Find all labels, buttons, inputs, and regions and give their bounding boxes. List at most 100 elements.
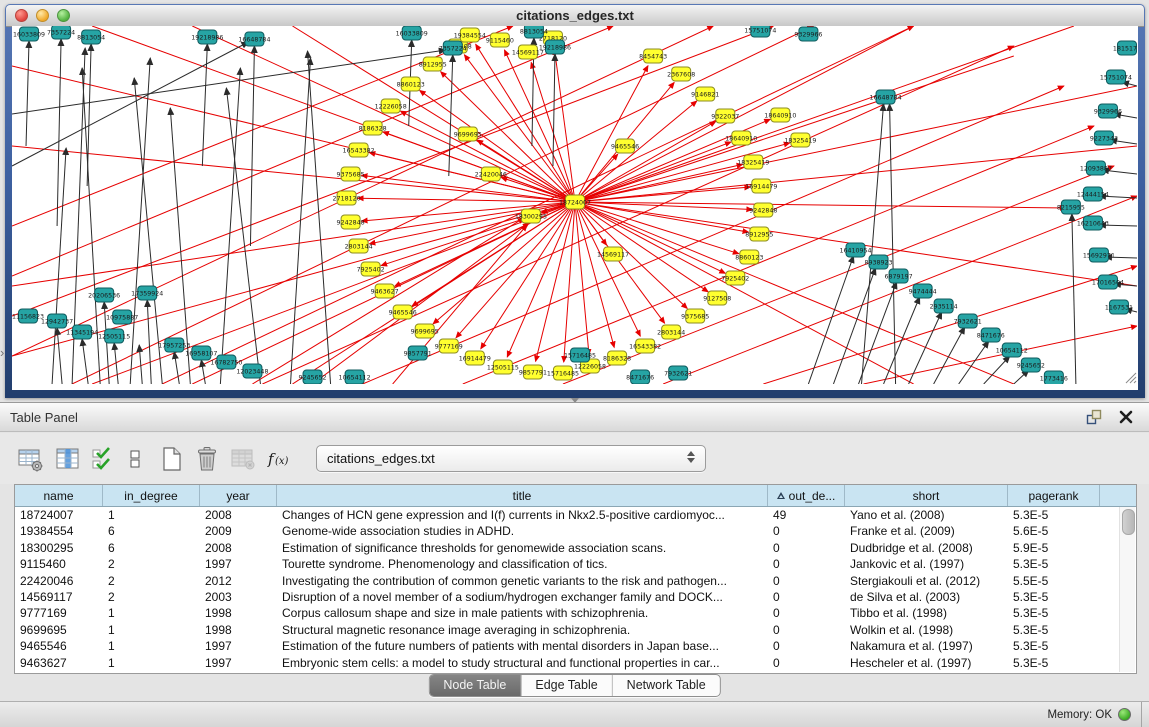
graph-node-label: 8215955 <box>1057 204 1085 211</box>
network-nodes[interactable]: 18724007 9127508 8912955 8860123 12226058 818… <box>12 26 1137 384</box>
graph-node-label: 18300295 <box>515 213 547 220</box>
table-row[interactable]: 911546021997Tourette syndrome. Phenomeno… <box>15 556 1136 572</box>
table-body: 1872400712008Changes of HCN gene express… <box>15 507 1136 671</box>
table-row[interactable]: 946554611997Estimation of the future num… <box>15 638 1136 654</box>
graph-node-label: 10975887 <box>106 314 138 321</box>
table-row[interactable]: 1872400712008Changes of HCN gene express… <box>15 507 1136 523</box>
graph-node-label: 8471676 <box>977 332 1005 339</box>
graph-node-label: 8912955 <box>419 61 447 68</box>
select-checks-icon[interactable] <box>92 445 118 473</box>
graph-node-label: 19218986 <box>539 44 571 51</box>
table-row[interactable]: 1456911722003Disruption of a novel membe… <box>15 589 1136 605</box>
table-disabled-icon[interactable] <box>230 445 256 473</box>
graph-node-label: 9322037 <box>711 113 739 120</box>
table-panel-header: Table Panel <box>0 402 1149 432</box>
table-row[interactable]: 977716911998Corpus callosum shape and si… <box>15 605 1136 621</box>
tab-node-table[interactable]: Node Table <box>429 675 520 696</box>
graph-node-label: 8912955 <box>745 231 773 238</box>
graph-node-label: 9127508 <box>703 295 731 302</box>
close-panel-icon[interactable] <box>1119 410 1133 424</box>
graph-node-label: 12505115 <box>98 333 130 340</box>
column-header-year[interactable]: year <box>200 485 277 506</box>
graph-node-label: 10654112 <box>996 347 1028 354</box>
table-row[interactable]: 969969511998Structural magnetic resonanc… <box>15 622 1136 638</box>
sort-ascending-icon <box>777 492 785 499</box>
rows-icon[interactable] <box>128 445 142 473</box>
graph-node-label: 9699695 <box>454 131 482 138</box>
graph-node-label: 9375685 <box>337 171 365 178</box>
graph-node-label: 9465546 <box>611 143 639 150</box>
graph-node-label: 12942737 <box>41 318 73 325</box>
tab-edge-table[interactable]: Edge Table <box>520 675 611 696</box>
graph-node-label: 2367608 <box>667 71 695 78</box>
table-row[interactable]: 2242004622012Investigating the contribut… <box>15 573 1136 589</box>
trash-icon[interactable] <box>194 445 220 473</box>
graph-node-label: 16648784 <box>238 36 270 43</box>
graph-node-label: 2935114 <box>930 303 958 310</box>
node-table: namein_degreeyeartitleout_de...shortpage… <box>14 484 1137 674</box>
column-header-in_degree[interactable]: in_degree <box>103 485 200 506</box>
graph-node-label: 8186328 <box>359 125 387 132</box>
graph-node-label: 9777169 <box>435 343 463 350</box>
graph-node-label: 9242848 <box>337 219 365 226</box>
graph-node-label: 15716485 <box>547 370 579 377</box>
table-row[interactable]: 946362711997Embryonic stem cells: a mode… <box>15 655 1136 671</box>
table-select-dropdown[interactable]: citations_edges.txt <box>316 445 706 472</box>
graph-node-label: 2718120 <box>333 195 361 202</box>
graph-node-label: 18640910 <box>725 135 757 142</box>
graph-node-label: 11345194 <box>66 329 98 336</box>
dropdown-stepper-icon <box>687 451 695 463</box>
graph-node-label: 2803144 <box>657 329 685 336</box>
tab-network-table[interactable]: Network Table <box>612 675 720 696</box>
function-icon[interactable]: f (x) <box>266 445 298 473</box>
window-titlebar[interactable]: citations_edges.txt <box>6 5 1144 27</box>
graph-node-label: 16958107 <box>185 350 217 357</box>
graph-node-label: 7932621 <box>664 370 692 377</box>
float-panel-icon[interactable] <box>1085 408 1103 426</box>
status-divider <box>1141 702 1142 727</box>
graph-node-label: 8860123 <box>735 254 763 261</box>
new-document-icon[interactable] <box>160 445 184 473</box>
graph-node-label: 2803144 <box>345 243 373 250</box>
graph-node-label: 10654112 <box>339 374 371 381</box>
column-header-out_de[interactable]: out_de... <box>768 485 845 506</box>
column-header-name[interactable]: name <box>15 485 103 506</box>
graph-node-label: 15716485 <box>564 352 596 359</box>
graph-node-label: 15751074 <box>1100 74 1132 81</box>
graph-node-label: 16914479 <box>745 183 777 190</box>
graph-node-label: 9699695 <box>411 328 439 335</box>
column-header-short[interactable]: short <box>845 485 1008 506</box>
graph-node-label: 18640910 <box>764 112 796 119</box>
graph-node-label: 16033809 <box>396 30 428 37</box>
graph-node-label: 7357224 <box>47 29 75 36</box>
graph-node-label: 9474444 <box>909 288 937 295</box>
graph-node-label: 9245652 <box>298 374 326 381</box>
graph-node-label: 12226058 <box>375 103 407 110</box>
graph-node-label: 1815172 <box>1113 45 1137 52</box>
graph-node-label: 9463627 <box>371 288 399 295</box>
scrollbar-thumb[interactable] <box>1122 509 1135 535</box>
table-row[interactable]: 1938455462009Genome-wide association stu… <box>15 523 1136 539</box>
graph-node-label: 1167531 <box>1105 304 1133 311</box>
graph-node-label: 12444154 <box>1077 191 1109 198</box>
vertical-scrollbar[interactable] <box>1119 507 1135 672</box>
window-title: citations_edges.txt <box>6 8 1144 23</box>
resize-grip-icon[interactable] <box>1126 373 1136 383</box>
graph-node-label: 16410954 <box>839 247 871 254</box>
table-settings-icon[interactable] <box>16 445 44 473</box>
network-canvas[interactable]: 18724007 9127508 8912955 8860123 12226058 818… <box>12 26 1138 390</box>
graph-node-label: 9242848 <box>749 207 777 214</box>
table-column-icon[interactable] <box>54 445 82 473</box>
memory-label: Memory: OK <box>1047 709 1112 721</box>
graph-node-label: 8471676 <box>626 374 654 381</box>
control-panel-expand-icon[interactable]: › <box>0 348 4 358</box>
column-header-title[interactable]: title <box>277 485 768 506</box>
graph-node-label: 18724007 <box>559 199 591 206</box>
graph-node-label: 15692971 <box>1083 252 1115 259</box>
graph-node-label: 17359924 <box>131 290 163 297</box>
graph-node-label: 8813054 <box>77 34 105 41</box>
column-header-pagerank[interactable]: pagerank <box>1008 485 1100 506</box>
table-row[interactable]: 1830029562008Estimation of significance … <box>15 540 1136 556</box>
graph-node-label: 11156823 <box>12 313 44 320</box>
graph-node-label: 9115460 <box>486 37 514 44</box>
